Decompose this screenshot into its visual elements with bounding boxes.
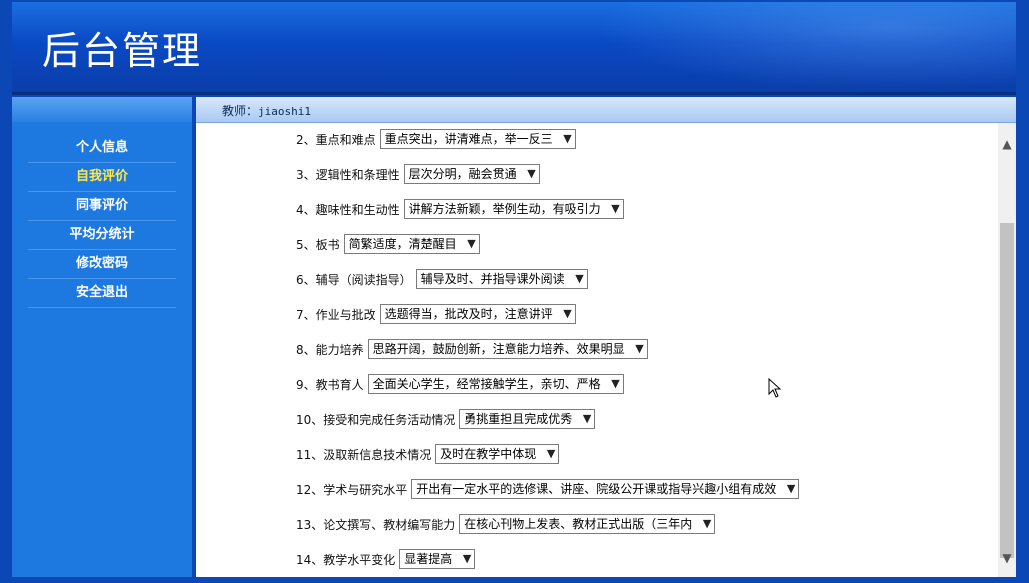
rating-select[interactable]: 层次分明，融会贯通 ▼ (403, 164, 540, 184)
form-row: 2、重点和难点 重点突出，讲清难点，举一反三 ▼ (296, 128, 576, 150)
rating-select[interactable]: 勇挑重担且完成优秀 ▼ (459, 409, 596, 429)
sidebar-item-peer-evaluation[interactable]: 同事评价 (28, 192, 176, 221)
vertical-scrollbar[interactable]: ▲ ▼ (998, 123, 1016, 577)
rating-select[interactable]: 讲解方法新颖，举例生动，有吸引力 ▼ (403, 199, 624, 219)
criterion-label: 3、逻辑性和条理性 (296, 167, 400, 182)
user-bar: 教师：jiaoshi1 (196, 97, 1016, 123)
rating-select[interactable]: 重点突出，讲清难点，举一反三 ▼ (379, 129, 576, 149)
form-row: 10、接受和完成任务活动情况 勇挑重担且完成优秀 ▼ (296, 408, 596, 430)
rating-value: 显著提高 (404, 552, 453, 566)
chevron-down-icon: ▼ (582, 412, 592, 425)
rating-select[interactable]: 在核心刊物上发表、教材正式出版（三年内 ▼ (459, 514, 716, 534)
form-row: 4、趣味性和生动性 讲解方法新颖，举例生动，有吸引力 ▼ (296, 198, 624, 220)
criterion-label: 4、趣味性和生动性 (296, 202, 400, 217)
rating-value: 在核心刊物上发表、教材正式出版（三年内 (464, 517, 693, 531)
chevron-down-icon: ▼ (635, 342, 644, 355)
app-title: 后台管理 (42, 29, 203, 73)
rating-value: 层次分明，融会贯通 (408, 167, 517, 181)
chevron-down-icon: ▼ (467, 237, 476, 250)
sidebar-item-personal-info[interactable]: 个人信息 (28, 134, 176, 163)
form-row: 7、作业与批改 选题得当，批改及时，注意讲评 ▼ (296, 303, 576, 325)
criterion-label: 13、论文撰写、教材编写能力 (296, 517, 456, 532)
chevron-down-icon: ▼ (611, 377, 620, 390)
header-banner: 后台管理 (12, 2, 1016, 95)
form-row: 13、论文撰写、教材编写能力 在核心刊物上发表、教材正式出版（三年内 ▼ (296, 513, 716, 535)
mouse-cursor-icon (768, 378, 782, 398)
rating-value: 及时在教学中体现 (440, 447, 537, 461)
form-row: 14、教学水平变化 显著提高 ▼ (296, 548, 476, 570)
scroll-thumb[interactable] (1000, 223, 1014, 558)
rating-select[interactable]: 选题得当，批改及时，注意讲评 ▼ (379, 304, 576, 324)
criterion-label: 8、能力培养 (296, 342, 364, 357)
chevron-down-icon: ▼ (563, 132, 572, 145)
criterion-label: 7、作业与批改 (296, 307, 376, 322)
rating-value: 开出有一定水平的选修课、讲座、院级公开课或指导兴趣小组有成效 (416, 482, 777, 496)
rating-value: 简繁适度，清楚醒目 (348, 237, 457, 251)
teacher-username: jiaoshi1 (258, 105, 311, 118)
teacher-label: 教师： (222, 104, 259, 118)
rating-select[interactable]: 显著提高 ▼ (399, 549, 476, 569)
app-frame: 后台管理 个人信息 自我评价 同事评价 平均分统计 修改密码 安全退出 教师：j… (0, 0, 1029, 583)
rating-select[interactable]: 思路开阔，鼓励创新，注意能力培养、效果明显 ▼ (367, 339, 648, 359)
criterion-label: 9、教书育人 (296, 377, 364, 392)
chevron-down-icon: ▼ (546, 447, 556, 460)
form-row: 6、辅导（阅读指导） 辅导及时、并指导课外阅读 ▼ (296, 268, 588, 290)
evaluation-form: 2、重点和难点 重点突出，讲清难点，举一反三 ▼ 3、逻辑性和条理性 层次分明，融… (196, 123, 998, 577)
rating-value: 辅导及时、并指导课外阅读 (420, 272, 565, 286)
chevron-down-icon: ▼ (786, 482, 796, 495)
criterion-label: 5、板书 (296, 237, 340, 252)
sidebar-item-change-password[interactable]: 修改密码 (28, 250, 176, 279)
criterion-label: 14、教学水平变化 (296, 552, 396, 567)
chevron-down-icon: ▼ (527, 167, 536, 180)
rating-value: 讲解方法新颖，举例生动，有吸引力 (408, 202, 601, 216)
chevron-down-icon: ▼ (462, 552, 472, 565)
chevron-down-icon: ▼ (575, 272, 584, 285)
criterion-label: 2、重点和难点 (296, 132, 376, 147)
sidebar-item-self-evaluation[interactable]: 自我评价 (28, 163, 176, 192)
form-row: 9、教书育人 全面关心学生，经常接触学生，亲切、严格 ▼ (296, 373, 624, 395)
sidebar-menu: 个人信息 自我评价 同事评价 平均分统计 修改密码 安全退出 (12, 122, 192, 308)
rating-select[interactable]: 开出有一定水平的选修课、讲座、院级公开课或指导兴趣小组有成效 ▼ (411, 479, 800, 499)
sidebar-header (12, 97, 192, 122)
sidebar-item-average-score[interactable]: 平均分统计 (28, 221, 176, 250)
sidebar-item-logout[interactable]: 安全退出 (28, 279, 176, 308)
chevron-down-icon: ▼ (702, 517, 712, 530)
criterion-label: 12、学术与研究水平 (296, 482, 408, 497)
form-row: 11、汲取新信息技术情况 及时在教学中体现 ▼ (296, 443, 560, 465)
rating-value: 全面关心学生，经常接触学生，亲切、严格 (372, 377, 601, 391)
criterion-label: 6、辅导（阅读指导） (296, 272, 412, 287)
criterion-label: 10、接受和完成任务活动情况 (296, 412, 456, 427)
form-row: 8、能力培养 思路开阔，鼓励创新，注意能力培养、效果明显 ▼ (296, 338, 648, 360)
form-row: 3、逻辑性和条理性 层次分明，融会贯通 ▼ (296, 163, 540, 185)
rating-value: 思路开阔，鼓励创新，注意能力培养、效果明显 (372, 342, 625, 356)
rating-value: 勇挑重担且完成优秀 (464, 412, 573, 426)
form-row: 5、板书 简繁适度，清楚醒目 ▼ (296, 233, 480, 255)
criterion-label: 11、汲取新信息技术情况 (296, 447, 432, 462)
rating-select[interactable]: 简繁适度，清楚醒目 ▼ (343, 234, 480, 254)
sidebar: 个人信息 自我评价 同事评价 平均分统计 修改密码 安全退出 (12, 122, 192, 577)
scroll-down-icon[interactable]: ▼ (998, 547, 1016, 569)
teacher-info: 教师：jiaoshi1 (222, 102, 311, 119)
form-row: 12、学术与研究水平 开出有一定水平的选修课、讲座、院级公开课或指导兴趣小组有成… (296, 478, 800, 500)
rating-value: 重点突出，讲清难点，举一反三 (384, 132, 553, 146)
scroll-up-icon[interactable]: ▲ (998, 133, 1016, 155)
rating-select[interactable]: 辅导及时、并指导课外阅读 ▼ (415, 269, 588, 289)
rating-value: 选题得当，批改及时，注意讲评 (384, 307, 553, 321)
rating-select[interactable]: 及时在教学中体现 ▼ (435, 444, 560, 464)
chevron-down-icon: ▼ (611, 202, 620, 215)
rating-select[interactable]: 全面关心学生，经常接触学生，亲切、严格 ▼ (367, 374, 624, 394)
chevron-down-icon: ▼ (563, 307, 572, 320)
